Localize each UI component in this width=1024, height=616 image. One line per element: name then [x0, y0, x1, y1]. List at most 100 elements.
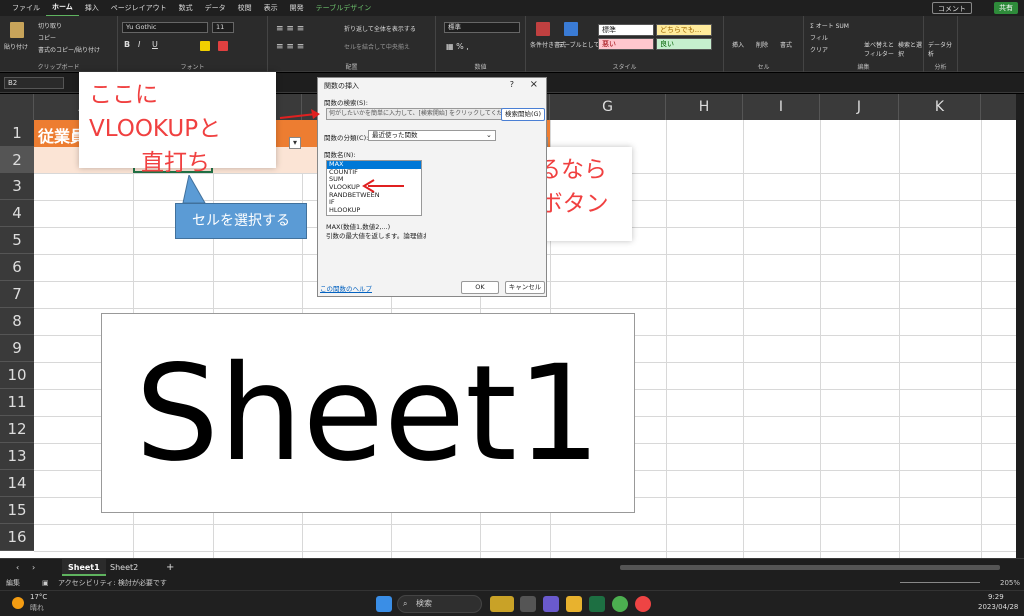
share-button[interactable]: 共有: [994, 2, 1018, 14]
format-painter-button[interactable]: 書式のコピー/貼り付け: [38, 45, 100, 54]
font-name-select[interactable]: Yu Gothic: [122, 22, 208, 33]
filter-dropdown-icon[interactable]: ▾: [289, 137, 301, 149]
taskbar-search[interactable]: ⌕ 検索: [397, 595, 482, 613]
clock-time[interactable]: 9:29: [988, 593, 1004, 601]
help-icon[interactable]: ?: [510, 80, 514, 89]
select-all-corner[interactable]: [0, 94, 34, 120]
tab-developer[interactable]: 開発: [284, 0, 310, 16]
row-header-9[interactable]: 9: [0, 335, 34, 362]
horizontal-scrollbar[interactable]: [620, 565, 1000, 570]
fill-button[interactable]: フィル: [810, 33, 828, 42]
bold-button[interactable]: B: [124, 40, 130, 49]
row-header-5[interactable]: 5: [0, 227, 34, 254]
sort-filter-button[interactable]: 並べ替えとフィルター: [864, 40, 896, 58]
clear-button[interactable]: クリア: [810, 45, 828, 54]
clock-date[interactable]: 2023/04/28: [978, 603, 1018, 611]
row-header-1[interactable]: 1: [0, 120, 34, 147]
col-header-g[interactable]: G: [550, 94, 666, 120]
find-select-button[interactable]: 検索と選択: [898, 40, 922, 58]
tab-table-design[interactable]: テーブルデザイン: [310, 0, 378, 16]
search-start-button[interactable]: 検索開始(G): [501, 108, 545, 121]
chevron-down-icon[interactable]: ⌄: [486, 131, 492, 139]
sheet-tab-sheet2[interactable]: Sheet2: [104, 559, 144, 576]
style-good[interactable]: 良い: [656, 38, 712, 50]
tab-file[interactable]: ファイル: [6, 0, 46, 16]
next-sheet-icon[interactable]: ›: [26, 559, 41, 576]
row-header-8[interactable]: 8: [0, 308, 34, 335]
row-header-7[interactable]: 7: [0, 281, 34, 308]
row-header-4[interactable]: 4: [0, 200, 34, 227]
tab-formulas[interactable]: 数式: [173, 0, 199, 16]
zoom-level[interactable]: 205%: [1000, 576, 1020, 590]
comment-button[interactable]: コメント: [932, 2, 972, 14]
tab-home[interactable]: ホーム: [46, 0, 79, 17]
autosum-button[interactable]: Σ オート SUM: [810, 21, 849, 30]
weather-desc[interactable]: 晴れ: [30, 603, 44, 613]
tab-data[interactable]: データ: [199, 0, 232, 16]
excel-icon[interactable]: [589, 596, 605, 612]
file-explorer-icon[interactable]: [566, 596, 582, 612]
row-header-14[interactable]: 14: [0, 470, 34, 497]
italic-button[interactable]: I: [138, 40, 140, 49]
weather-temp[interactable]: 17°C: [30, 593, 47, 601]
tab-review[interactable]: 校閲: [232, 0, 258, 16]
style-normal[interactable]: 標準: [598, 24, 654, 36]
align-top-icon[interactable]: ≡ ≡ ≡: [276, 24, 304, 34]
row-header-10[interactable]: 10: [0, 362, 34, 389]
merge-center-button[interactable]: セルを結合して中央揃え: [344, 42, 410, 51]
list-item[interactable]: HLOOKUP: [327, 206, 421, 215]
copy-button[interactable]: コピー: [38, 33, 56, 42]
row-header-13[interactable]: 13: [0, 443, 34, 470]
prev-sheet-icon[interactable]: ‹: [10, 559, 25, 576]
row-header-12[interactable]: 12: [0, 416, 34, 443]
paste-button[interactable]: 貼り付け: [4, 42, 28, 51]
insert-cells-button[interactable]: 挿入: [732, 40, 744, 49]
tab-insert[interactable]: 挿入: [79, 0, 105, 16]
tab-page-layout[interactable]: ページレイアウト: [105, 0, 173, 16]
currency-icon[interactable]: ▦ % ,: [446, 42, 469, 51]
add-sheet-icon[interactable]: +: [160, 559, 180, 576]
wrap-text-button[interactable]: 折り返して全体を表示する: [344, 24, 416, 33]
chrome-alt-icon[interactable]: [635, 596, 651, 612]
underline-button[interactable]: U: [152, 40, 158, 49]
delete-cells-button[interactable]: 削除: [756, 40, 768, 49]
row-header-2[interactable]: 2: [0, 147, 34, 173]
tab-view[interactable]: 表示: [258, 0, 284, 16]
align-left-icon[interactable]: ≡ ≡ ≡: [276, 42, 304, 52]
teams-icon[interactable]: [543, 596, 559, 612]
fill-color-icon[interactable]: [200, 41, 210, 51]
category-select[interactable]: 最近使った関数: [368, 130, 496, 141]
style-neutral[interactable]: どちらでも...: [656, 24, 712, 36]
col-header-k[interactable]: K: [899, 94, 981, 120]
widget-icon[interactable]: [490, 596, 514, 612]
name-box[interactable]: B2: [4, 77, 64, 89]
row-header-16[interactable]: 16: [0, 524, 34, 551]
function-help-link[interactable]: この関数のヘルプ: [320, 283, 372, 293]
function-search-input[interactable]: 何がしたいかを簡単に入力して、[検索開始] をクリックしてください。: [326, 108, 502, 120]
data-analysis-button[interactable]: データ分析: [928, 40, 954, 58]
task-view-icon[interactable]: [520, 596, 536, 612]
close-icon[interactable]: ×: [530, 79, 538, 90]
zoom-slider[interactable]: [900, 582, 980, 583]
row-header-3[interactable]: 3: [0, 173, 34, 200]
format-cells-button[interactable]: 書式: [780, 40, 792, 49]
sheet-tab-sheet1[interactable]: Sheet1: [62, 559, 106, 576]
row-header-15[interactable]: 15: [0, 497, 34, 524]
macro-icon[interactable]: ▣: [42, 576, 49, 590]
windows-start-icon[interactable]: [376, 596, 392, 612]
chrome-icon[interactable]: [612, 596, 628, 612]
col-header-i[interactable]: I: [743, 94, 820, 120]
font-color-icon[interactable]: [218, 41, 228, 51]
accessibility-status[interactable]: アクセシビリティ: 検討が必要です: [58, 576, 167, 590]
vertical-scrollbar[interactable]: [1016, 94, 1024, 558]
cancel-button[interactable]: キャンセル: [505, 281, 545, 294]
ok-button[interactable]: OK: [461, 281, 499, 294]
cut-button[interactable]: 切り取り: [38, 21, 62, 30]
col-header-j[interactable]: J: [820, 94, 899, 120]
row-header-6[interactable]: 6: [0, 254, 34, 281]
font-size-select[interactable]: 11: [212, 22, 234, 33]
col-header-h[interactable]: H: [666, 94, 743, 120]
style-bad[interactable]: 悪い: [598, 38, 654, 50]
number-format-select[interactable]: 標準: [444, 22, 520, 33]
row-header-11[interactable]: 11: [0, 389, 34, 416]
